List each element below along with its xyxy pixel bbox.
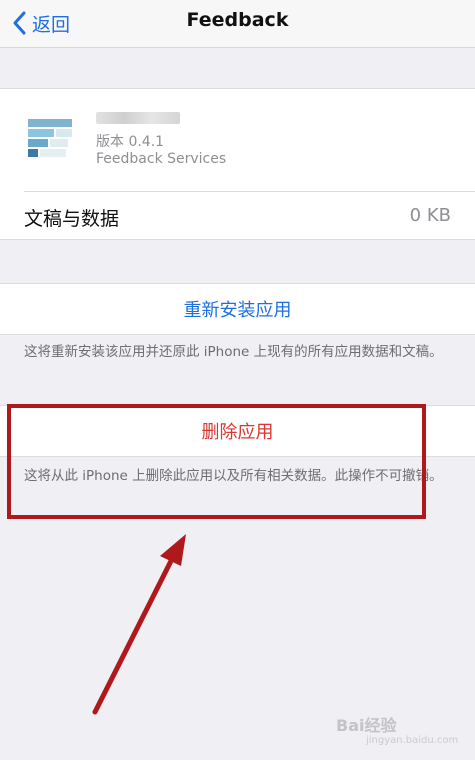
- watermark-url: jingyan.baidu.com: [366, 735, 459, 746]
- arrow-annotation: [92, 534, 186, 715]
- watermark-logo: Bai经验: [336, 716, 397, 735]
